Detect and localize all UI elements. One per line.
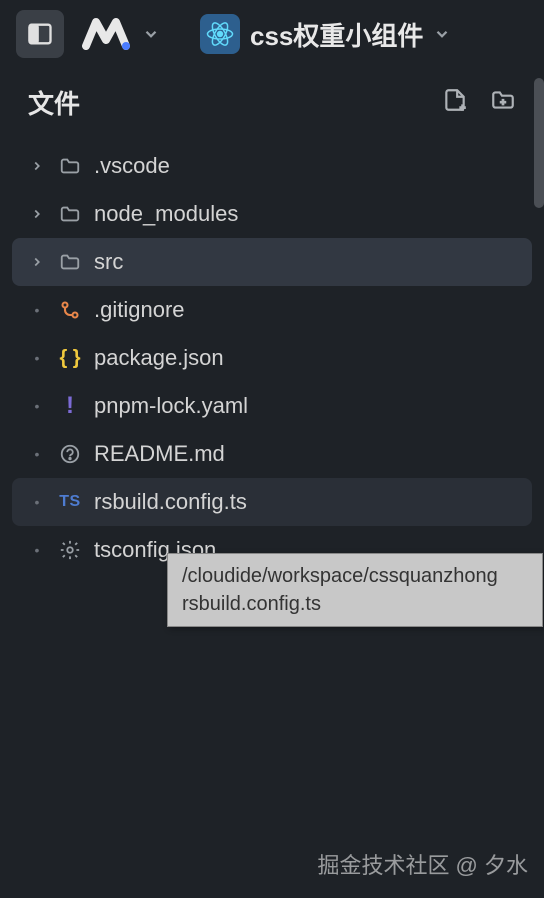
path-tooltip: /cloudide/workspace/cssquanzhong rsbuild… xyxy=(167,553,543,627)
project-selector[interactable]: css权重小组件 xyxy=(200,14,451,54)
modified-dot-icon xyxy=(28,446,46,462)
explorer-title: 文件 xyxy=(28,84,80,121)
chevron-right-icon[interactable] xyxy=(28,207,46,221)
file-label: .gitignore xyxy=(94,297,185,323)
modified-dot-icon xyxy=(28,398,46,414)
top-bar: css权重小组件 xyxy=(0,0,544,68)
chevron-right-icon[interactable] xyxy=(28,255,46,269)
project-chevron-icon xyxy=(433,25,451,43)
tree-item-package-json[interactable]: { } package.json xyxy=(0,334,544,382)
explorer-header: 文件 xyxy=(0,68,544,136)
modified-dot-icon xyxy=(28,494,46,510)
folder-icon xyxy=(56,155,84,177)
json-icon: { } xyxy=(56,347,84,370)
readme-icon xyxy=(56,443,84,465)
app-logo-icon xyxy=(82,16,130,52)
ts-icon: TS xyxy=(56,493,84,511)
file-label: node_modules xyxy=(94,201,238,227)
folder-icon xyxy=(56,251,84,273)
panel-toggle-button[interactable] xyxy=(16,10,64,58)
file-label: src xyxy=(94,249,123,275)
tree-item-readme-md[interactable]: README.md xyxy=(0,430,544,478)
git-icon xyxy=(56,300,84,320)
project-name: css权重小组件 xyxy=(250,16,423,53)
react-icon xyxy=(200,14,240,54)
tree-item--vscode[interactable]: .vscode xyxy=(0,142,544,190)
new-folder-button[interactable] xyxy=(490,87,516,118)
chevron-right-icon[interactable] xyxy=(28,159,46,173)
modified-dot-icon xyxy=(28,302,46,318)
modified-dot-icon xyxy=(28,350,46,366)
file-label: rsbuild.config.ts xyxy=(94,489,247,515)
modified-dot-icon xyxy=(28,542,46,558)
tree-item-pnpm-lock-yaml[interactable]: ! pnpm-lock.yaml xyxy=(0,382,544,430)
yaml-icon: ! xyxy=(56,392,84,420)
watermark: 掘金技术社区 @ 夕水 xyxy=(317,848,528,880)
new-file-button[interactable] xyxy=(442,87,468,118)
tree-item-node-modules[interactable]: node_modules xyxy=(0,190,544,238)
folder-icon xyxy=(56,203,84,225)
file-tree: .vscode node_modulessrc .gitignore { } packa… xyxy=(0,136,544,574)
scrollbar[interactable] xyxy=(534,78,544,208)
file-label: README.md xyxy=(94,441,225,467)
tooltip-line2: rsbuild.config.ts xyxy=(182,590,528,618)
app-menu-chevron-icon[interactable] xyxy=(142,25,160,43)
tree-item-src[interactable]: src xyxy=(12,238,532,286)
tooltip-line1: /cloudide/workspace/cssquanzhong xyxy=(182,562,528,590)
tree-item-rsbuild-config-ts[interactable]: TS rsbuild.config.ts xyxy=(12,478,532,526)
tree-item--gitignore[interactable]: .gitignore xyxy=(0,286,544,334)
file-label: package.json xyxy=(94,345,224,371)
file-label: .vscode xyxy=(94,153,170,179)
file-label: pnpm-lock.yaml xyxy=(94,393,248,419)
gear-icon xyxy=(56,539,84,561)
